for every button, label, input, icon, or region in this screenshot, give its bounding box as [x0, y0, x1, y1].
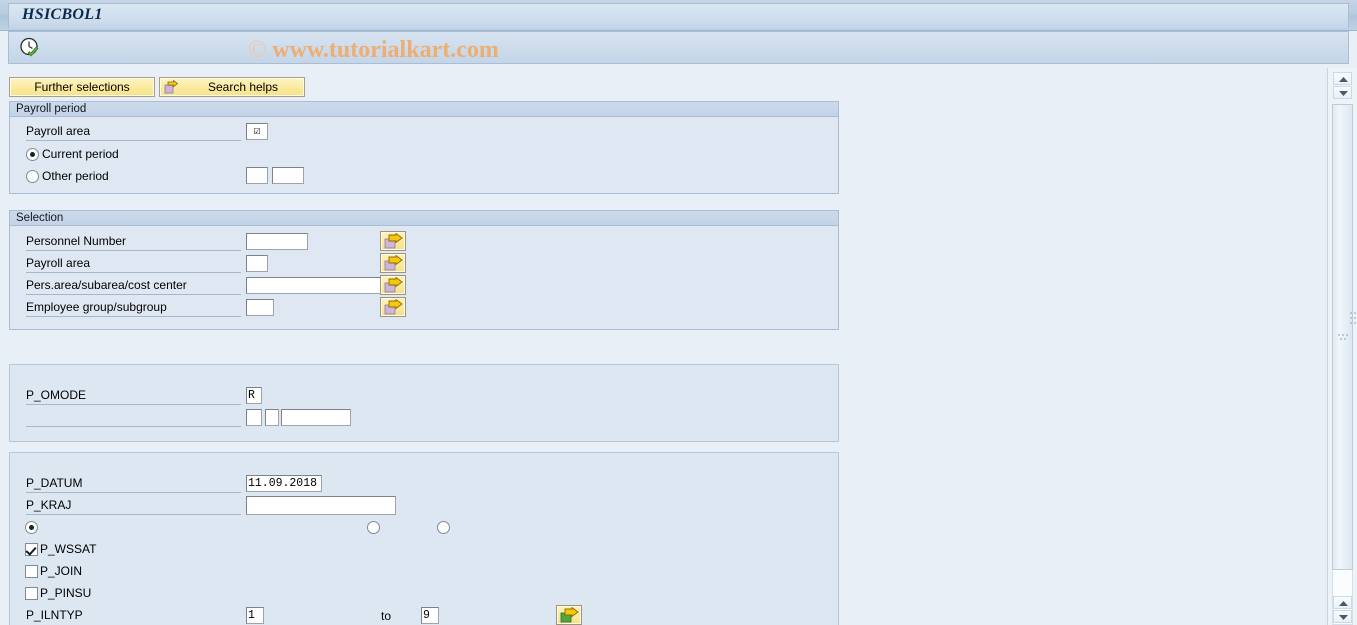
scrollbar-grip-icon: [1338, 332, 1348, 342]
payroll-area-selection-input[interactable]: [246, 255, 268, 272]
p-ilntyp-to-text: to: [381, 609, 392, 623]
application-toolbar: [8, 31, 1349, 64]
other-period-radio[interactable]: [26, 170, 39, 183]
p-wssat-checkbox[interactable]: [25, 543, 38, 556]
payroll-area-selection-label: Payroll area: [26, 256, 241, 273]
pers-area-subarea-cost-center-label: Pers.area/subarea/cost center: [26, 278, 241, 295]
p-ilntyp-from-input[interactable]: 1: [246, 607, 264, 624]
scroll-down-arrow-icon[interactable]: [1333, 610, 1352, 623]
window-titlebar: HSICBOL1: [0, 0, 1357, 31]
p-pinsu-label[interactable]: P_PINSU: [40, 586, 91, 600]
pers-area-subarea-cost-center-input[interactable]: [246, 277, 386, 294]
p-ilntyp-to-input[interactable]: 9: [421, 607, 439, 624]
scrollbar-thumb[interactable]: [1332, 104, 1353, 570]
p-join-label[interactable]: P_JOIN: [40, 564, 82, 578]
sap-application-window: HSICBOL1 © www.tutorialkart.com Further …: [0, 0, 1357, 625]
search-helps-label: Search helps: [207, 80, 279, 94]
param-radio-option-1[interactable]: [25, 521, 38, 534]
pers-area-multiple-selection-button[interactable]: [380, 275, 406, 295]
p-datum-input[interactable]: 11.09.2018: [246, 475, 322, 492]
p-datum-label: P_DATUM: [26, 476, 241, 493]
current-period-radio[interactable]: [26, 148, 39, 161]
vertical-scrollbar[interactable]: [1327, 68, 1357, 625]
personnel-number-label: Personnel Number: [26, 234, 241, 251]
personnel-number-multiple-selection-button[interactable]: [380, 231, 406, 251]
p-kraj-input[interactable]: [246, 496, 396, 515]
employee-group-multiple-selection-button[interactable]: [380, 297, 406, 317]
param-radio-option-2[interactable]: [367, 521, 380, 534]
scroll-page-up-arrow-icon[interactable]: [1333, 72, 1352, 85]
payroll-area-period-input[interactable]: ☑: [246, 123, 268, 140]
p-ilntyp-multiple-selection-button[interactable]: [556, 605, 582, 625]
page-title: HSICBOL1: [22, 6, 103, 23]
p-omode-label: P_OMODE: [26, 388, 241, 405]
employee-group-subgroup-label: Employee group/subgroup: [26, 300, 241, 317]
panel-resize-grip-icon[interactable]: [1349, 310, 1357, 326]
payroll-period-group: Payroll period: [9, 101, 839, 194]
other-period-label[interactable]: Other period: [42, 169, 109, 183]
yellow-arrow-icon: [164, 79, 179, 95]
selection-screen-content: Further selections Search helps Payroll …: [0, 68, 1327, 625]
execute-clock-check-icon[interactable]: [18, 36, 44, 60]
other-period-input-2[interactable]: [272, 167, 304, 184]
selection-group-title: Selection: [10, 211, 838, 226]
payroll-period-group-title: Payroll period: [10, 102, 838, 117]
p-wssat-label[interactable]: P_WSSAT: [40, 542, 96, 556]
param-radio-option-3[interactable]: [437, 521, 450, 534]
omode-sub-input-2[interactable]: [265, 409, 279, 426]
p-pinsu-checkbox[interactable]: [25, 587, 38, 600]
omode-sub-row-label: [26, 410, 241, 427]
scroll-page-down-arrow-icon[interactable]: [1333, 86, 1352, 99]
p-omode-input[interactable]: R: [246, 387, 262, 404]
search-helps-button[interactable]: Search helps: [159, 77, 305, 97]
p-kraj-label: P_KRAJ: [26, 498, 241, 515]
employee-group-subgroup-input[interactable]: [246, 299, 274, 316]
p-ilntyp-label: P_ILNTYP: [26, 608, 83, 622]
further-selections-button[interactable]: Further selections: [9, 77, 155, 97]
payroll-area-period-label: Payroll area: [26, 124, 241, 141]
payroll-area-multiple-selection-button[interactable]: [380, 253, 406, 273]
personnel-number-input[interactable]: [246, 233, 308, 250]
current-period-label[interactable]: Current period: [42, 147, 119, 161]
other-period-input-1[interactable]: [246, 167, 268, 184]
titlebar-inner-panel: [8, 3, 1349, 28]
scroll-up-arrow-icon[interactable]: [1333, 596, 1352, 609]
omode-sub-input-3[interactable]: [281, 409, 351, 426]
omode-sub-input-1[interactable]: [246, 409, 262, 426]
p-join-checkbox[interactable]: [25, 565, 38, 578]
selection-screen-button-row: Further selections Search helps: [9, 77, 305, 97]
